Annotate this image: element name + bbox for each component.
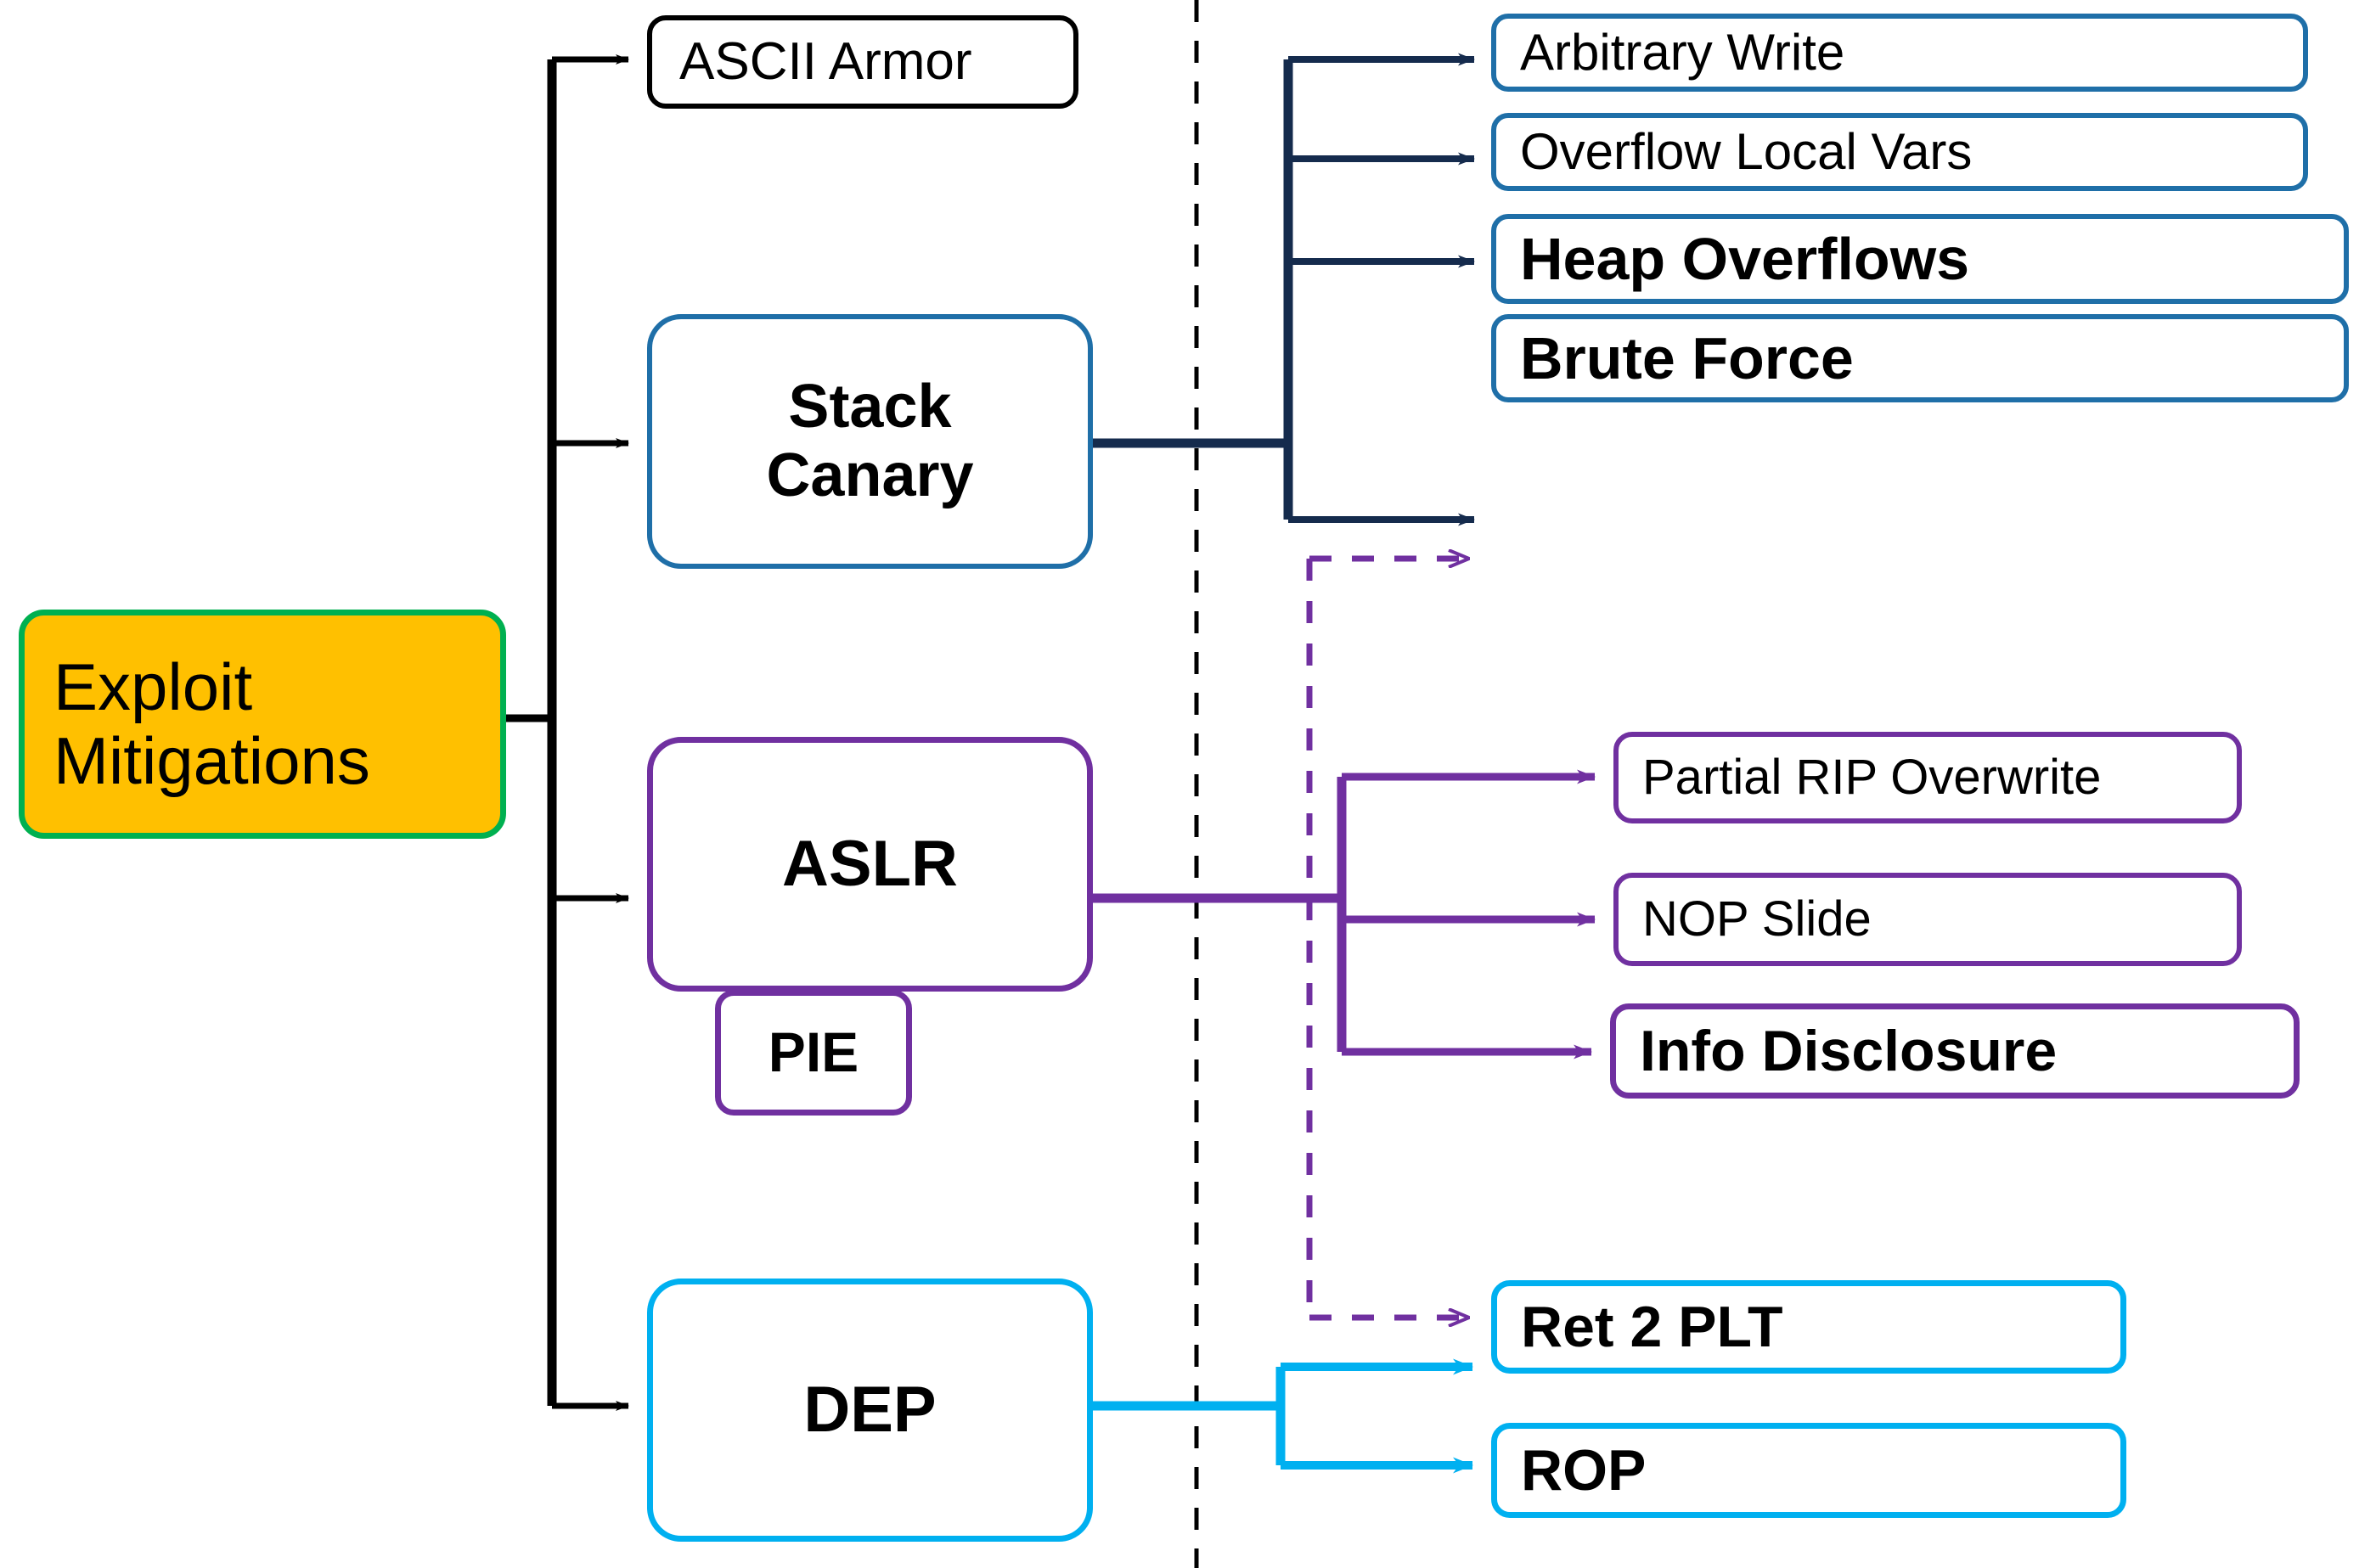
node-label-dep: DEP xyxy=(803,1374,937,1447)
node-label-overflow-local-vars: Overflow Local Vars xyxy=(1520,123,1973,181)
node-arbitrary-write[interactable]: Arbitrary Write xyxy=(1491,14,2308,92)
node-label-aslr: ASLR xyxy=(782,828,958,901)
node-label-pie: PIE xyxy=(768,1020,859,1084)
node-dep[interactable]: DEP xyxy=(647,1279,1093,1542)
node-partial-rip-overwrite[interactable]: Partial RIP Overwrite xyxy=(1613,732,2242,823)
node-pie[interactable]: PIE xyxy=(715,990,912,1116)
node-label-arbitrary-write: Arbitrary Write xyxy=(1520,24,1845,81)
node-label-rop: ROP xyxy=(1521,1437,1647,1503)
node-info-disclosure[interactable]: Info Disclosure xyxy=(1610,1003,2300,1099)
node-nop-slide[interactable]: NOP Slide xyxy=(1613,873,2242,966)
node-stack-canary[interactable]: Stack Canary xyxy=(647,314,1093,569)
node-overflow-local-vars[interactable]: Overflow Local Vars xyxy=(1491,113,2308,191)
node-label-info-disclosure: Info Disclosure xyxy=(1640,1018,2058,1083)
diagram-canvas: Exploit Mitigations ASCII Armor Stack Ca… xyxy=(0,0,2376,1568)
node-label-brute-force: Brute Force xyxy=(1520,324,1854,391)
node-label-ascii-armor: ASCII Armor xyxy=(679,32,972,92)
node-label-exploit-mitigations: Exploit Mitigations xyxy=(53,649,370,798)
node-label-nop-slide: NOP Slide xyxy=(1642,891,1872,947)
node-ascii-armor[interactable]: ASCII Armor xyxy=(647,15,1078,109)
node-heap-overflows[interactable]: Heap Overflows xyxy=(1491,214,2349,304)
node-exploit-mitigations[interactable]: Exploit Mitigations xyxy=(19,610,506,839)
node-label-partial-rip-overwrite: Partial RIP Overwrite xyxy=(1642,749,2102,805)
node-label-stack-canary: Stack Canary xyxy=(766,373,974,509)
node-label-heap-overflows: Heap Overflows xyxy=(1520,225,1970,292)
node-aslr[interactable]: ASLR xyxy=(647,737,1093,992)
node-ret-2-plt[interactable]: Ret 2 PLT xyxy=(1491,1280,2126,1374)
node-brute-force[interactable]: Brute Force xyxy=(1491,314,2349,402)
node-label-ret-2-plt: Ret 2 PLT xyxy=(1521,1294,1783,1359)
node-rop[interactable]: ROP xyxy=(1491,1423,2126,1518)
